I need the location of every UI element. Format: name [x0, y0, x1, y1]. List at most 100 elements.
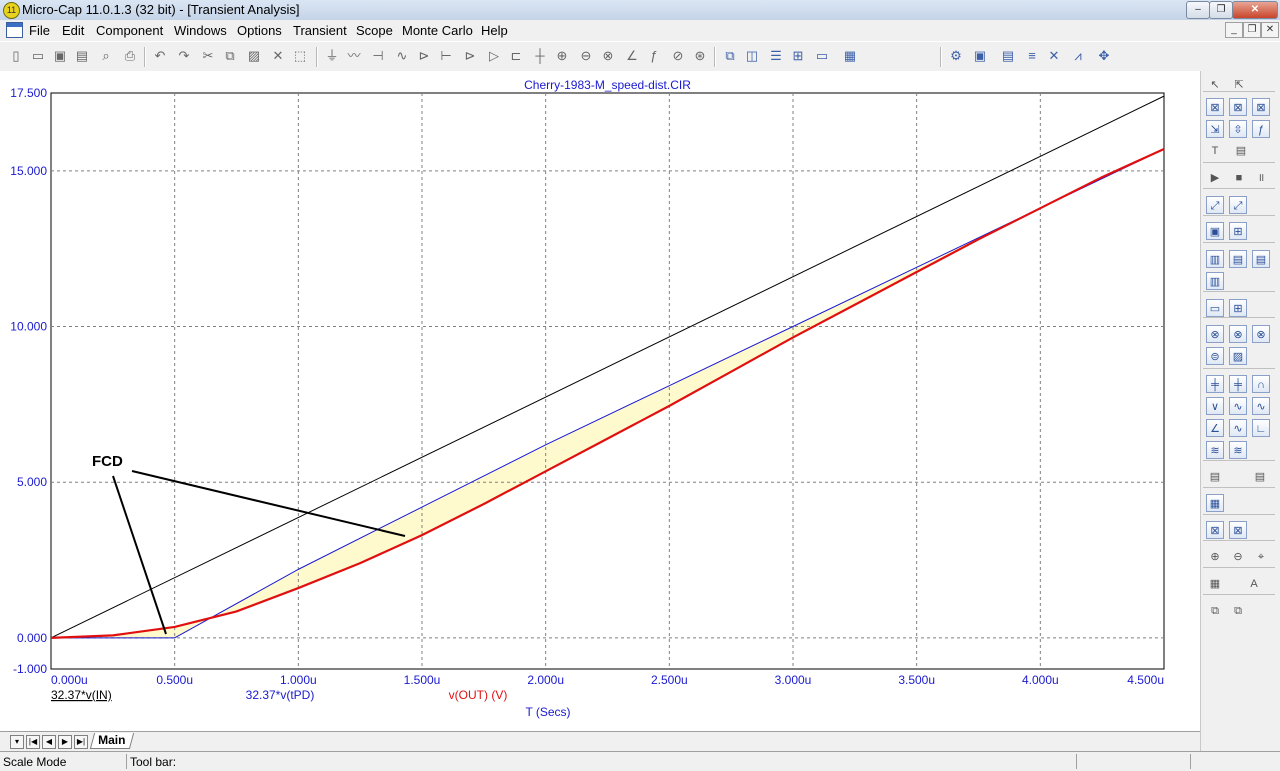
paste-icon[interactable]: ▨: [246, 48, 262, 64]
resistor-icon[interactable]: 〰: [346, 48, 362, 64]
view-icon[interactable]: ▭: [1206, 299, 1224, 317]
stepping-icon[interactable]: ≡: [1024, 48, 1040, 64]
tab-scroll-prev-button[interactable]: ◀: [42, 735, 56, 749]
opamp-icon[interactable]: ▷: [486, 48, 502, 64]
tools-icon[interactable]: ✕: [1046, 48, 1062, 64]
run-icon[interactable]: ⚙: [948, 48, 964, 64]
color-icon[interactable]: ▦: [1206, 574, 1224, 592]
diode-icon[interactable]: ⊳: [416, 48, 432, 64]
cursor-curve-icon[interactable]: ∿: [1229, 419, 1247, 437]
unbundle-icon[interactable]: ≋: [1229, 441, 1247, 459]
list-view-icon[interactable]: ▤: [1251, 467, 1269, 485]
cursor-peak-icon[interactable]: ∩: [1252, 375, 1270, 393]
new-icon[interactable]: ▯: [8, 48, 24, 64]
menu-help[interactable]: Help: [481, 23, 508, 38]
isource-icon[interactable]: ⊗: [600, 48, 616, 64]
export-icon[interactable]: ▤: [1206, 467, 1224, 485]
npn-icon[interactable]: ⊳: [462, 48, 478, 64]
undo-icon[interactable]: ↶: [152, 48, 168, 64]
window-icon[interactable]: ▭: [814, 48, 830, 64]
zoom-out-icon[interactable]: ⊖: [1229, 547, 1247, 565]
select-all-icon[interactable]: ⬚: [292, 48, 308, 64]
copy-plot-icon[interactable]: ⧉: [1206, 601, 1224, 619]
tab-scroll-end-button[interactable]: ▶|: [74, 735, 88, 749]
tab-scroll-first-button[interactable]: ▾: [10, 735, 24, 749]
properties-icon[interactable]: ▤: [1000, 48, 1016, 64]
high-icon[interactable]: ⊠: [1252, 98, 1270, 116]
macro-icon[interactable]: ∠: [624, 48, 640, 64]
low-icon[interactable]: ⇲: [1206, 120, 1224, 138]
split-icon[interactable]: ⊞: [790, 48, 806, 64]
scale-icon[interactable]: ✥: [1096, 48, 1112, 64]
inductor-icon[interactable]: ∿: [394, 48, 410, 64]
line-icon[interactable]: ⤢: [1229, 196, 1247, 214]
cursor-slope-icon[interactable]: ∠: [1206, 419, 1224, 437]
box-icon[interactable]: ▣: [1206, 222, 1224, 240]
zoom-x-icon[interactable]: ⊗: [1206, 325, 1224, 343]
split-view-icon[interactable]: ⊞: [1229, 299, 1247, 317]
zoom-fit-icon[interactable]: ⌖: [1252, 547, 1270, 565]
cursor-wave-icon[interactable]: ∿: [1229, 397, 1247, 415]
battery-icon[interactable]: ⊢: [438, 48, 454, 64]
menu-options[interactable]: Options: [237, 23, 282, 38]
redraw-icon[interactable]: ⊜: [1206, 347, 1224, 365]
ground-icon[interactable]: ⏚: [324, 48, 340, 64]
cursor-end-icon[interactable]: ∟: [1252, 419, 1270, 437]
plot-area[interactable]: 17.500 15.000 10.000 5.000 0.000 -1.000 0.000u…: [0, 71, 1200, 731]
print-preview-icon[interactable]: ⌕: [98, 48, 114, 64]
redo-icon[interactable]: ↷: [176, 48, 192, 64]
slope-icon[interactable]: ⤢: [1206, 196, 1224, 214]
probe-icon[interactable]: ⊘: [670, 48, 686, 64]
close-button[interactable]: ✕: [1232, 1, 1278, 19]
menu-component[interactable]: Component: [96, 23, 163, 38]
junction-icon[interactable]: ┼: [532, 48, 548, 64]
settings-icon[interactable]: ▨: [1229, 347, 1247, 365]
zoom-xy-icon[interactable]: ⊗: [1252, 325, 1270, 343]
zoom-in-icon[interactable]: ⊕: [1206, 547, 1224, 565]
document-icon[interactable]: [6, 22, 23, 38]
menu-scope[interactable]: Scope: [356, 23, 393, 38]
tab-scroll-start-button[interactable]: |◀: [26, 735, 40, 749]
fit-y-icon[interactable]: ⊠: [1229, 521, 1247, 539]
save-icon[interactable]: ▣: [52, 48, 68, 64]
function-icon[interactable]: ƒ: [1252, 120, 1270, 138]
numbers-icon[interactable]: ▤: [1229, 250, 1247, 268]
cursor-right-icon[interactable]: ╪: [1229, 375, 1247, 393]
doc-minimize-button[interactable]: _: [1225, 22, 1243, 38]
table-icon[interactable]: ▥: [1206, 272, 1224, 290]
play-icon[interactable]: ▶: [1206, 168, 1224, 186]
open-icon[interactable]: ▭: [30, 48, 46, 64]
fit-icon[interactable]: ⊠: [1206, 521, 1224, 539]
list-icon[interactable]: ▤: [1252, 250, 1270, 268]
tile-vertical-icon[interactable]: ◫: [744, 48, 760, 64]
switch-icon[interactable]: ⊏: [508, 48, 524, 64]
valley-icon[interactable]: ⊠: [1229, 98, 1247, 116]
calc-icon[interactable]: ▦: [1206, 494, 1224, 512]
doc-restore-button[interactable]: ❐: [1243, 22, 1261, 38]
grid-icon[interactable]: ⊞: [1229, 222, 1247, 240]
font-icon[interactable]: A: [1245, 574, 1263, 592]
maximize-button[interactable]: ❐: [1209, 1, 1233, 19]
text-tool-icon[interactable]: T: [1206, 141, 1224, 159]
save-as-icon[interactable]: ▤: [74, 48, 90, 64]
calculator-icon[interactable]: ▦: [842, 48, 858, 64]
plot-icon[interactable]: ⩘: [1070, 48, 1086, 64]
menu-edit[interactable]: Edit: [62, 23, 84, 38]
inflection-icon[interactable]: ⇳: [1229, 120, 1247, 138]
cut-icon[interactable]: ✂: [200, 48, 216, 64]
zoom-y-icon[interactable]: ⊗: [1229, 325, 1247, 343]
capacitor-icon[interactable]: ⊣: [370, 48, 386, 64]
cursor-wave2-icon[interactable]: ∿: [1252, 397, 1270, 415]
function-icon[interactable]: ƒ: [646, 48, 662, 64]
copy-icon[interactable]: ⧉: [222, 48, 238, 64]
peak-icon[interactable]: ⊠: [1206, 98, 1224, 116]
limits-icon[interactable]: ▣: [972, 48, 988, 64]
cursor-valley-icon[interactable]: ∨: [1206, 397, 1224, 415]
vsource-icon[interactable]: ⊖: [578, 48, 594, 64]
pause-icon[interactable]: ॥: [1252, 168, 1270, 186]
menu-transient[interactable]: Transient: [293, 23, 347, 38]
delete-icon[interactable]: ✕: [270, 48, 286, 64]
meter-icon[interactable]: ⊛: [692, 48, 708, 64]
bundle-icon[interactable]: ≋: [1206, 441, 1224, 459]
paste-plot-icon[interactable]: ⧉: [1229, 601, 1247, 619]
